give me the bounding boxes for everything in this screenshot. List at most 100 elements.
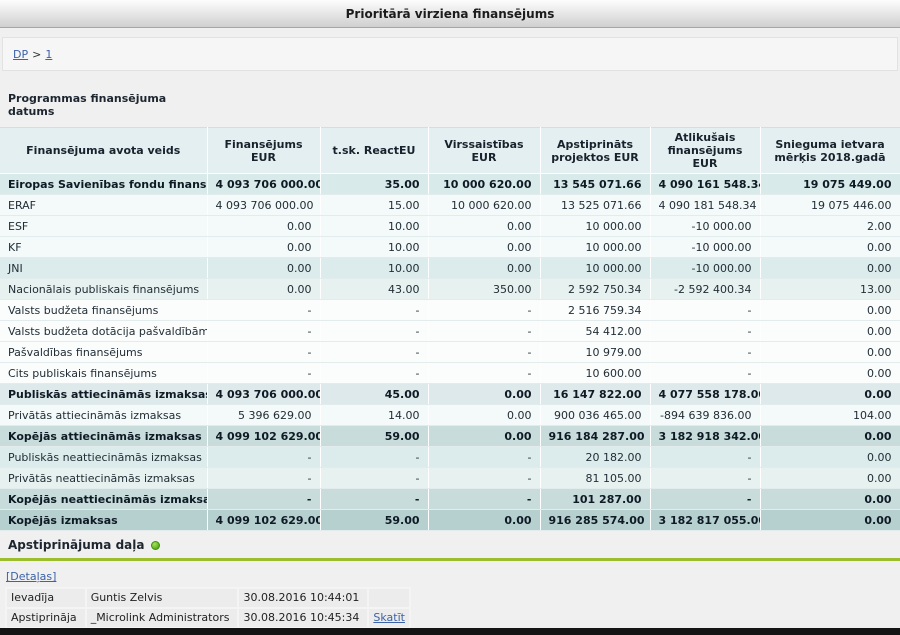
value-cell: 20 182.00 <box>540 447 650 468</box>
row-label-cell: Kopējās izmaksas <box>0 510 207 531</box>
value-cell: 0.00 <box>428 216 540 237</box>
value-cell: 0.00 <box>207 258 320 279</box>
page-title: Prioritārā virziena finansējums <box>346 7 555 21</box>
approval-datetime-cell: 30.08.2016 10:45:34 <box>238 608 368 628</box>
value-cell: - <box>207 342 320 363</box>
value-cell: - <box>320 300 428 321</box>
value-cell: 0.00 <box>207 237 320 258</box>
value-cell: 0.00 <box>760 363 900 384</box>
value-cell: 3 182 918 342.00 <box>650 426 760 447</box>
value-cell: - <box>428 300 540 321</box>
value-cell: 59.00 <box>320 510 428 531</box>
value-cell: 0.00 <box>760 510 900 531</box>
finance-table: Finansējuma avota veidsFinansējums EURt.… <box>0 127 900 531</box>
value-cell: 0.00 <box>760 468 900 489</box>
row-label-cell: ESF <box>0 216 207 237</box>
value-cell: 3 182 817 055.00 <box>650 510 760 531</box>
value-cell: 4 090 161 548.34 <box>650 174 760 195</box>
value-cell: 13 545 071.66 <box>540 174 650 195</box>
value-cell: 10.00 <box>320 216 428 237</box>
value-cell: 10 600.00 <box>540 363 650 384</box>
value-cell: 10 000 620.00 <box>428 174 540 195</box>
value-cell: 916 285 574.00 <box>540 510 650 531</box>
value-cell: 13 525 071.66 <box>540 195 650 216</box>
value-cell: - <box>320 363 428 384</box>
row-label-cell: Publiskās neattiecināmās izmaksas <box>0 447 207 468</box>
details-link[interactable]: [Detaļas] <box>6 570 56 583</box>
page: Prioritārā virziena finansējums DP > 1 P… <box>0 0 900 635</box>
value-cell: - <box>207 489 320 510</box>
value-cell: - <box>428 489 540 510</box>
value-cell: 0.00 <box>760 447 900 468</box>
table-row: Nacionālais publiskais finansējums0.0043… <box>0 279 900 300</box>
table-row: Valsts budžeta dotācija pašvaldībām---54… <box>0 321 900 342</box>
table-row: Kopējās neattiecināmās izmaksas---101 28… <box>0 489 900 510</box>
column-header: Virssaistības EUR <box>428 128 540 174</box>
value-cell: 0.00 <box>428 426 540 447</box>
row-label-cell: Publiskās attiecināmās izmaksas <box>0 384 207 405</box>
value-cell: 13.00 <box>760 279 900 300</box>
value-cell: 14.00 <box>320 405 428 426</box>
approval-heading-label: Apstiprinājuma daļa <box>8 538 144 552</box>
value-cell: 0.00 <box>760 237 900 258</box>
row-label-cell: Eiropas Savienības fondu finansējums <box>0 174 207 195</box>
column-header: t.sk. ReactEU <box>320 128 428 174</box>
section-divider <box>0 558 900 561</box>
row-label-cell: Pašvaldības finansējums <box>0 342 207 363</box>
value-cell: 104.00 <box>760 405 900 426</box>
value-cell: - <box>207 321 320 342</box>
breadcrumb: DP > 1 <box>2 37 898 71</box>
row-label-cell: ERAF <box>0 195 207 216</box>
approval-heading: Apstiprinājuma daļa <box>8 538 900 552</box>
row-label-cell: JNI <box>0 258 207 279</box>
table-row: Cits publiskais finansējums---10 600.00-… <box>0 363 900 384</box>
value-cell: - <box>650 489 760 510</box>
value-cell: 10.00 <box>320 237 428 258</box>
breadcrumb-link-1[interactable]: 1 <box>45 48 52 61</box>
value-cell: 81 105.00 <box>540 468 650 489</box>
value-cell: - <box>650 321 760 342</box>
value-cell: - <box>320 468 428 489</box>
value-cell: - <box>320 447 428 468</box>
table-row: KF0.0010.000.0010 000.00-10 000.000.00 <box>0 237 900 258</box>
row-label-cell: Kopējās attiecināmās izmaksas <box>0 426 207 447</box>
value-cell: 0.00 <box>207 279 320 300</box>
section-label: Programmas finansējuma datums <box>8 92 183 118</box>
table-row: Privātās neattiecināmās izmaksas---81 10… <box>0 468 900 489</box>
value-cell: - <box>320 489 428 510</box>
value-cell: - <box>650 363 760 384</box>
column-header: Apstiprināts projektos EUR <box>540 128 650 174</box>
value-cell: -10 000.00 <box>650 216 760 237</box>
row-label-cell: Kopējās neattiecināmās izmaksas <box>0 489 207 510</box>
approval-name-cell: Guntis Zelvis <box>86 588 239 608</box>
value-cell: - <box>428 447 540 468</box>
value-cell: - <box>428 363 540 384</box>
table-row: Eiropas Savienības fondu finansējums 4 09… <box>0 174 900 195</box>
value-cell: 4 099 102 629.00 <box>207 426 320 447</box>
table-row: Kopējās attiecināmās izmaksas4 099 102 6… <box>0 426 900 447</box>
table-row: Publiskās neattiecināmās izmaksas---20 1… <box>0 447 900 468</box>
column-header: Finansējuma avota veids <box>0 128 207 174</box>
value-cell: 0.00 <box>760 300 900 321</box>
value-cell: -10 000.00 <box>650 258 760 279</box>
view-link[interactable]: Skatīt <box>373 611 405 624</box>
value-cell: - <box>650 447 760 468</box>
approval-name-cell: _Microlink Administrators <box>86 608 239 628</box>
value-cell: 0.00 <box>428 237 540 258</box>
value-cell: 35.00 <box>320 174 428 195</box>
value-cell: - <box>428 468 540 489</box>
value-cell: - <box>207 447 320 468</box>
approval-table: IevadījaGuntis Zelvis30.08.2016 10:44:01… <box>5 587 411 629</box>
value-cell: 900 036 465.00 <box>540 405 650 426</box>
value-cell: 2.00 <box>760 216 900 237</box>
value-cell: - <box>207 468 320 489</box>
row-label-cell: Valsts budžeta finansējums <box>0 300 207 321</box>
approval-action-cell: Skatīt <box>368 608 410 628</box>
value-cell: 16 147 822.00 <box>540 384 650 405</box>
info-icon[interactable] <box>151 541 160 550</box>
value-cell: 4 090 181 548.34 <box>650 195 760 216</box>
breadcrumb-link-dp[interactable]: DP <box>13 48 28 61</box>
column-header: Finansējums EUR <box>207 128 320 174</box>
value-cell: 10 979.00 <box>540 342 650 363</box>
table-row: Valsts budžeta finansējums---2 516 759.3… <box>0 300 900 321</box>
